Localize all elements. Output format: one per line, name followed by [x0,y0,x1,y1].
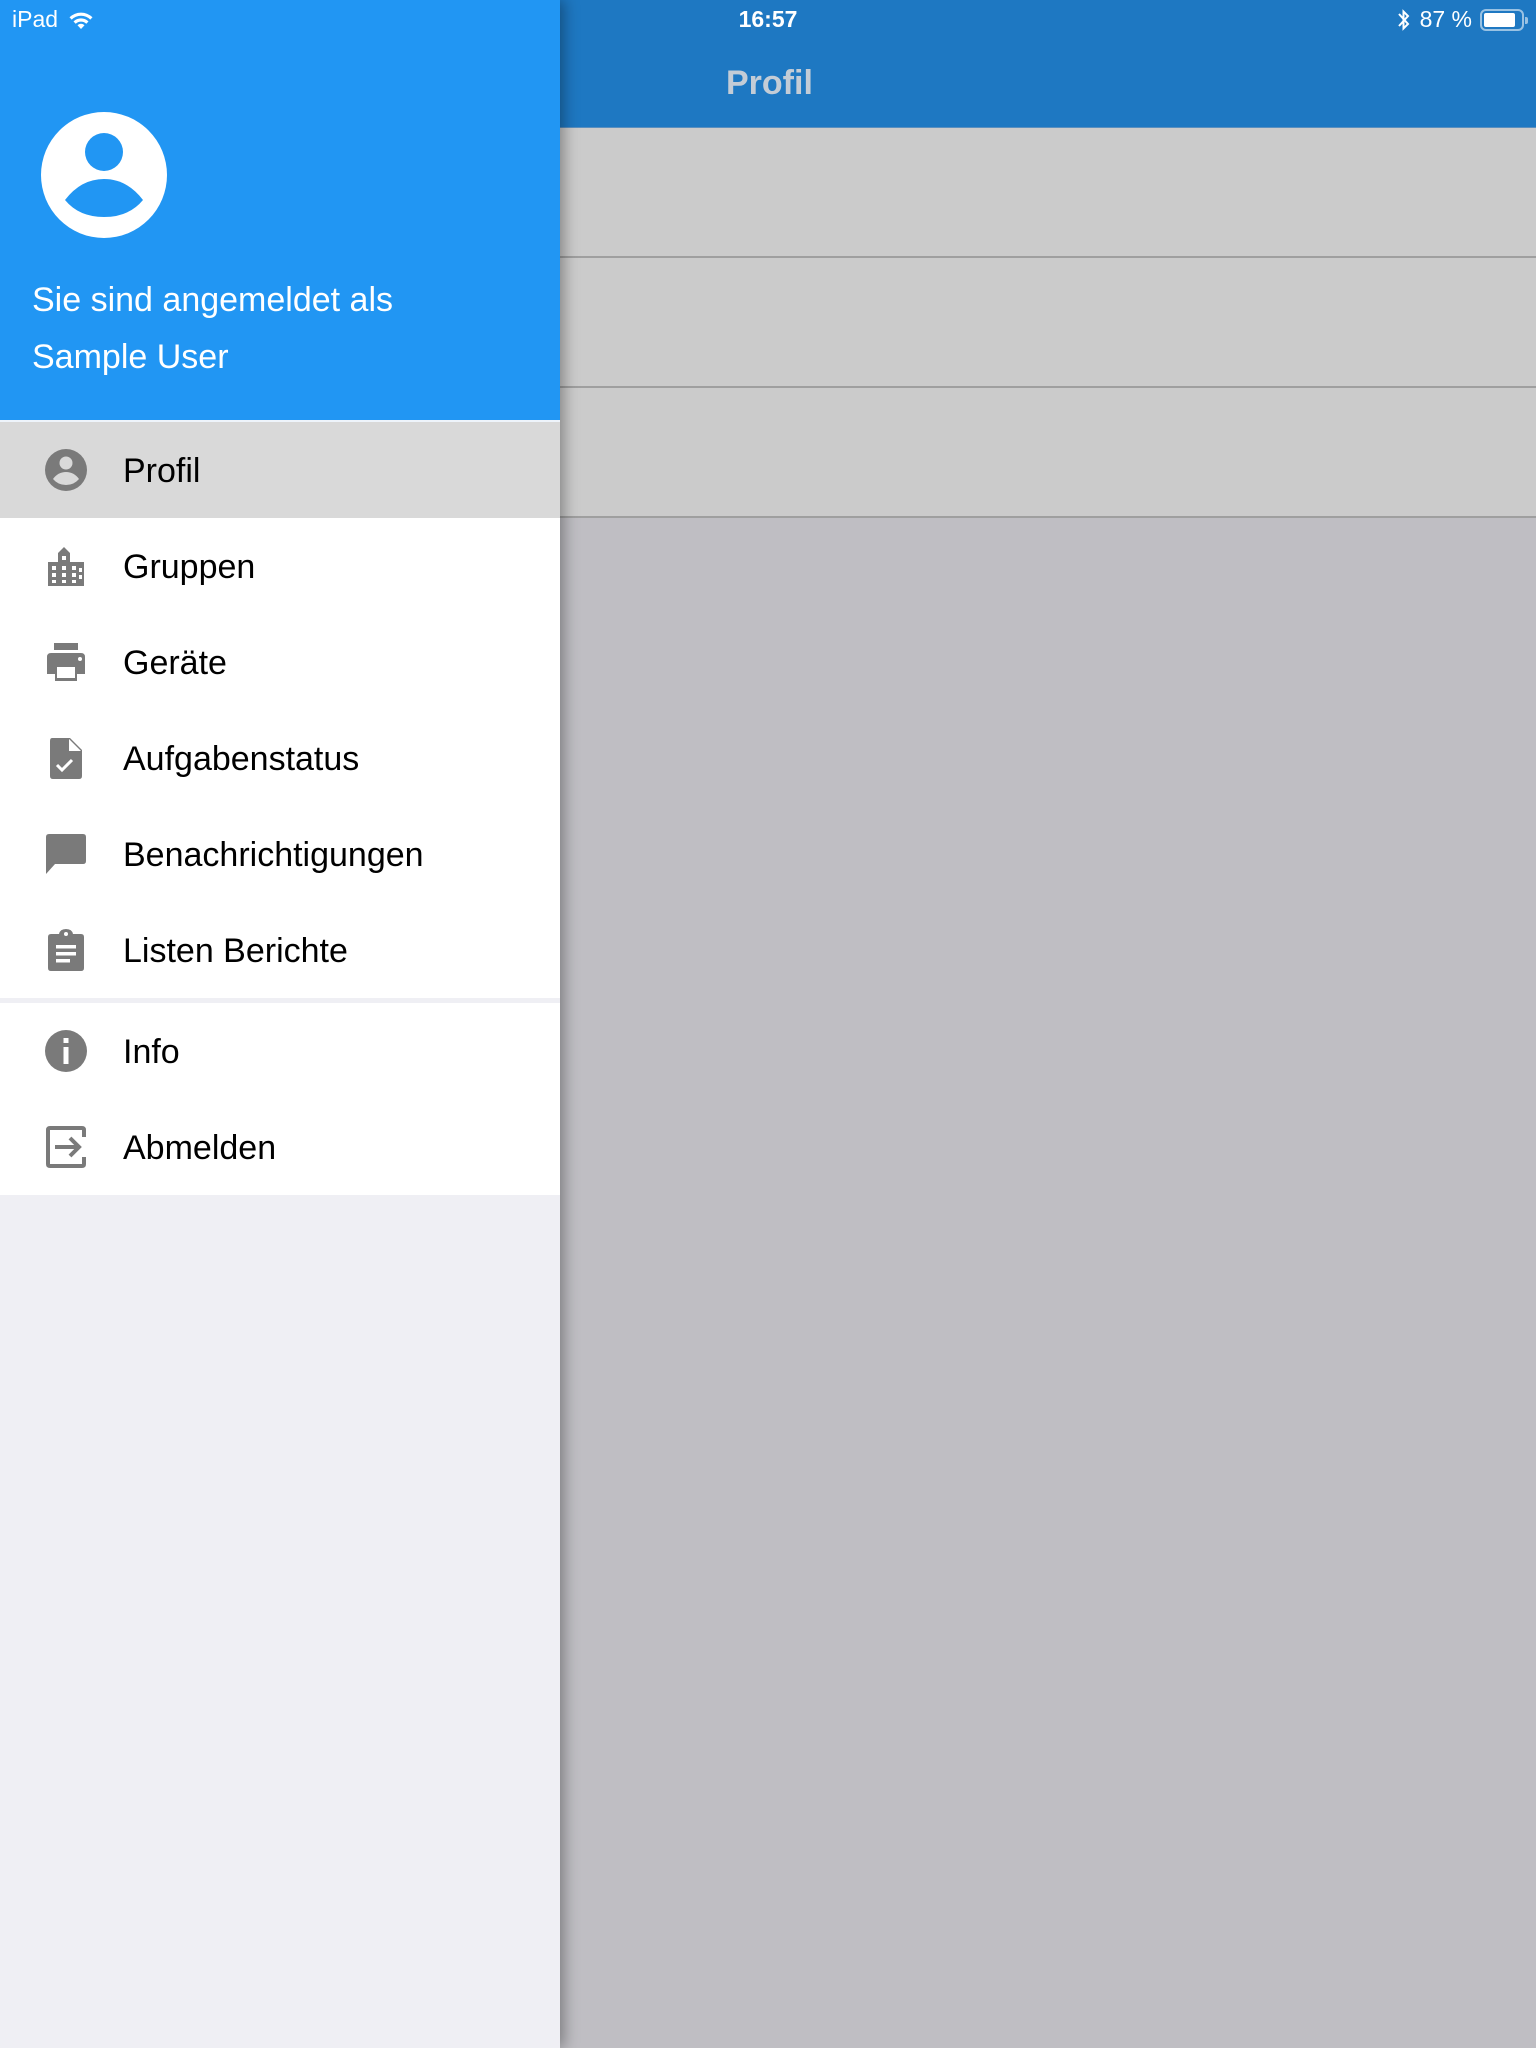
menu-label: Info [123,1033,180,1071]
menu-item-profil[interactable]: Profil [0,422,560,518]
account-circle-icon [45,449,87,491]
user-name: Sample User [32,338,229,376]
menu-label: Aufgabenstatus [123,740,360,778]
status-time: 16:57 [738,6,798,32]
building-icon [48,547,84,586]
menu-label: Benachrichtigungen [123,836,424,874]
menu-item-listen-berichte[interactable]: Listen Berichte [0,902,560,998]
menu-item-info[interactable]: Info [0,1003,560,1099]
message-icon [46,834,86,874]
logged-in-label: Sie sind angemeldet als [32,281,394,319]
drawer-menu: Profil Gruppen Geräte Aufgabenstatus Ben… [0,422,560,1195]
menu-item-aufgabenstatus[interactable]: Aufgabenstatus [0,710,560,806]
menu-label: Listen Berichte [123,932,348,970]
logout-icon [46,1126,86,1168]
menu-label: Abmelden [123,1129,277,1167]
navigation-drawer: Sie sind angemeldet als Sample User Prof… [0,0,560,2048]
file-check-icon [50,738,82,779]
menu-item-geraete[interactable]: Geräte [0,614,560,710]
page-title: Profil [726,64,813,102]
menu-item-gruppen[interactable]: Gruppen [0,518,560,614]
battery-level [1484,12,1516,27]
menu-label: Gruppen [123,548,256,586]
clipboard-text-icon [48,929,84,971]
menu-label: Geräte [123,644,227,682]
menu-label: Profil [123,452,201,490]
battery-icon [1480,8,1528,31]
printer-icon [47,643,85,681]
status-bar: iPad 16:57 87 % [0,0,1536,42]
bluetooth-icon [1397,8,1409,31]
info-icon [45,1030,87,1072]
account-circle-icon [41,112,167,238]
battery-percent: 87 % [1419,6,1472,32]
drawer-header: Sie sind angemeldet als Sample User [0,0,560,420]
menu-item-benachrichtigungen[interactable]: Benachrichtigungen [0,806,560,902]
menu-item-abmelden[interactable]: Abmelden [0,1099,560,1195]
